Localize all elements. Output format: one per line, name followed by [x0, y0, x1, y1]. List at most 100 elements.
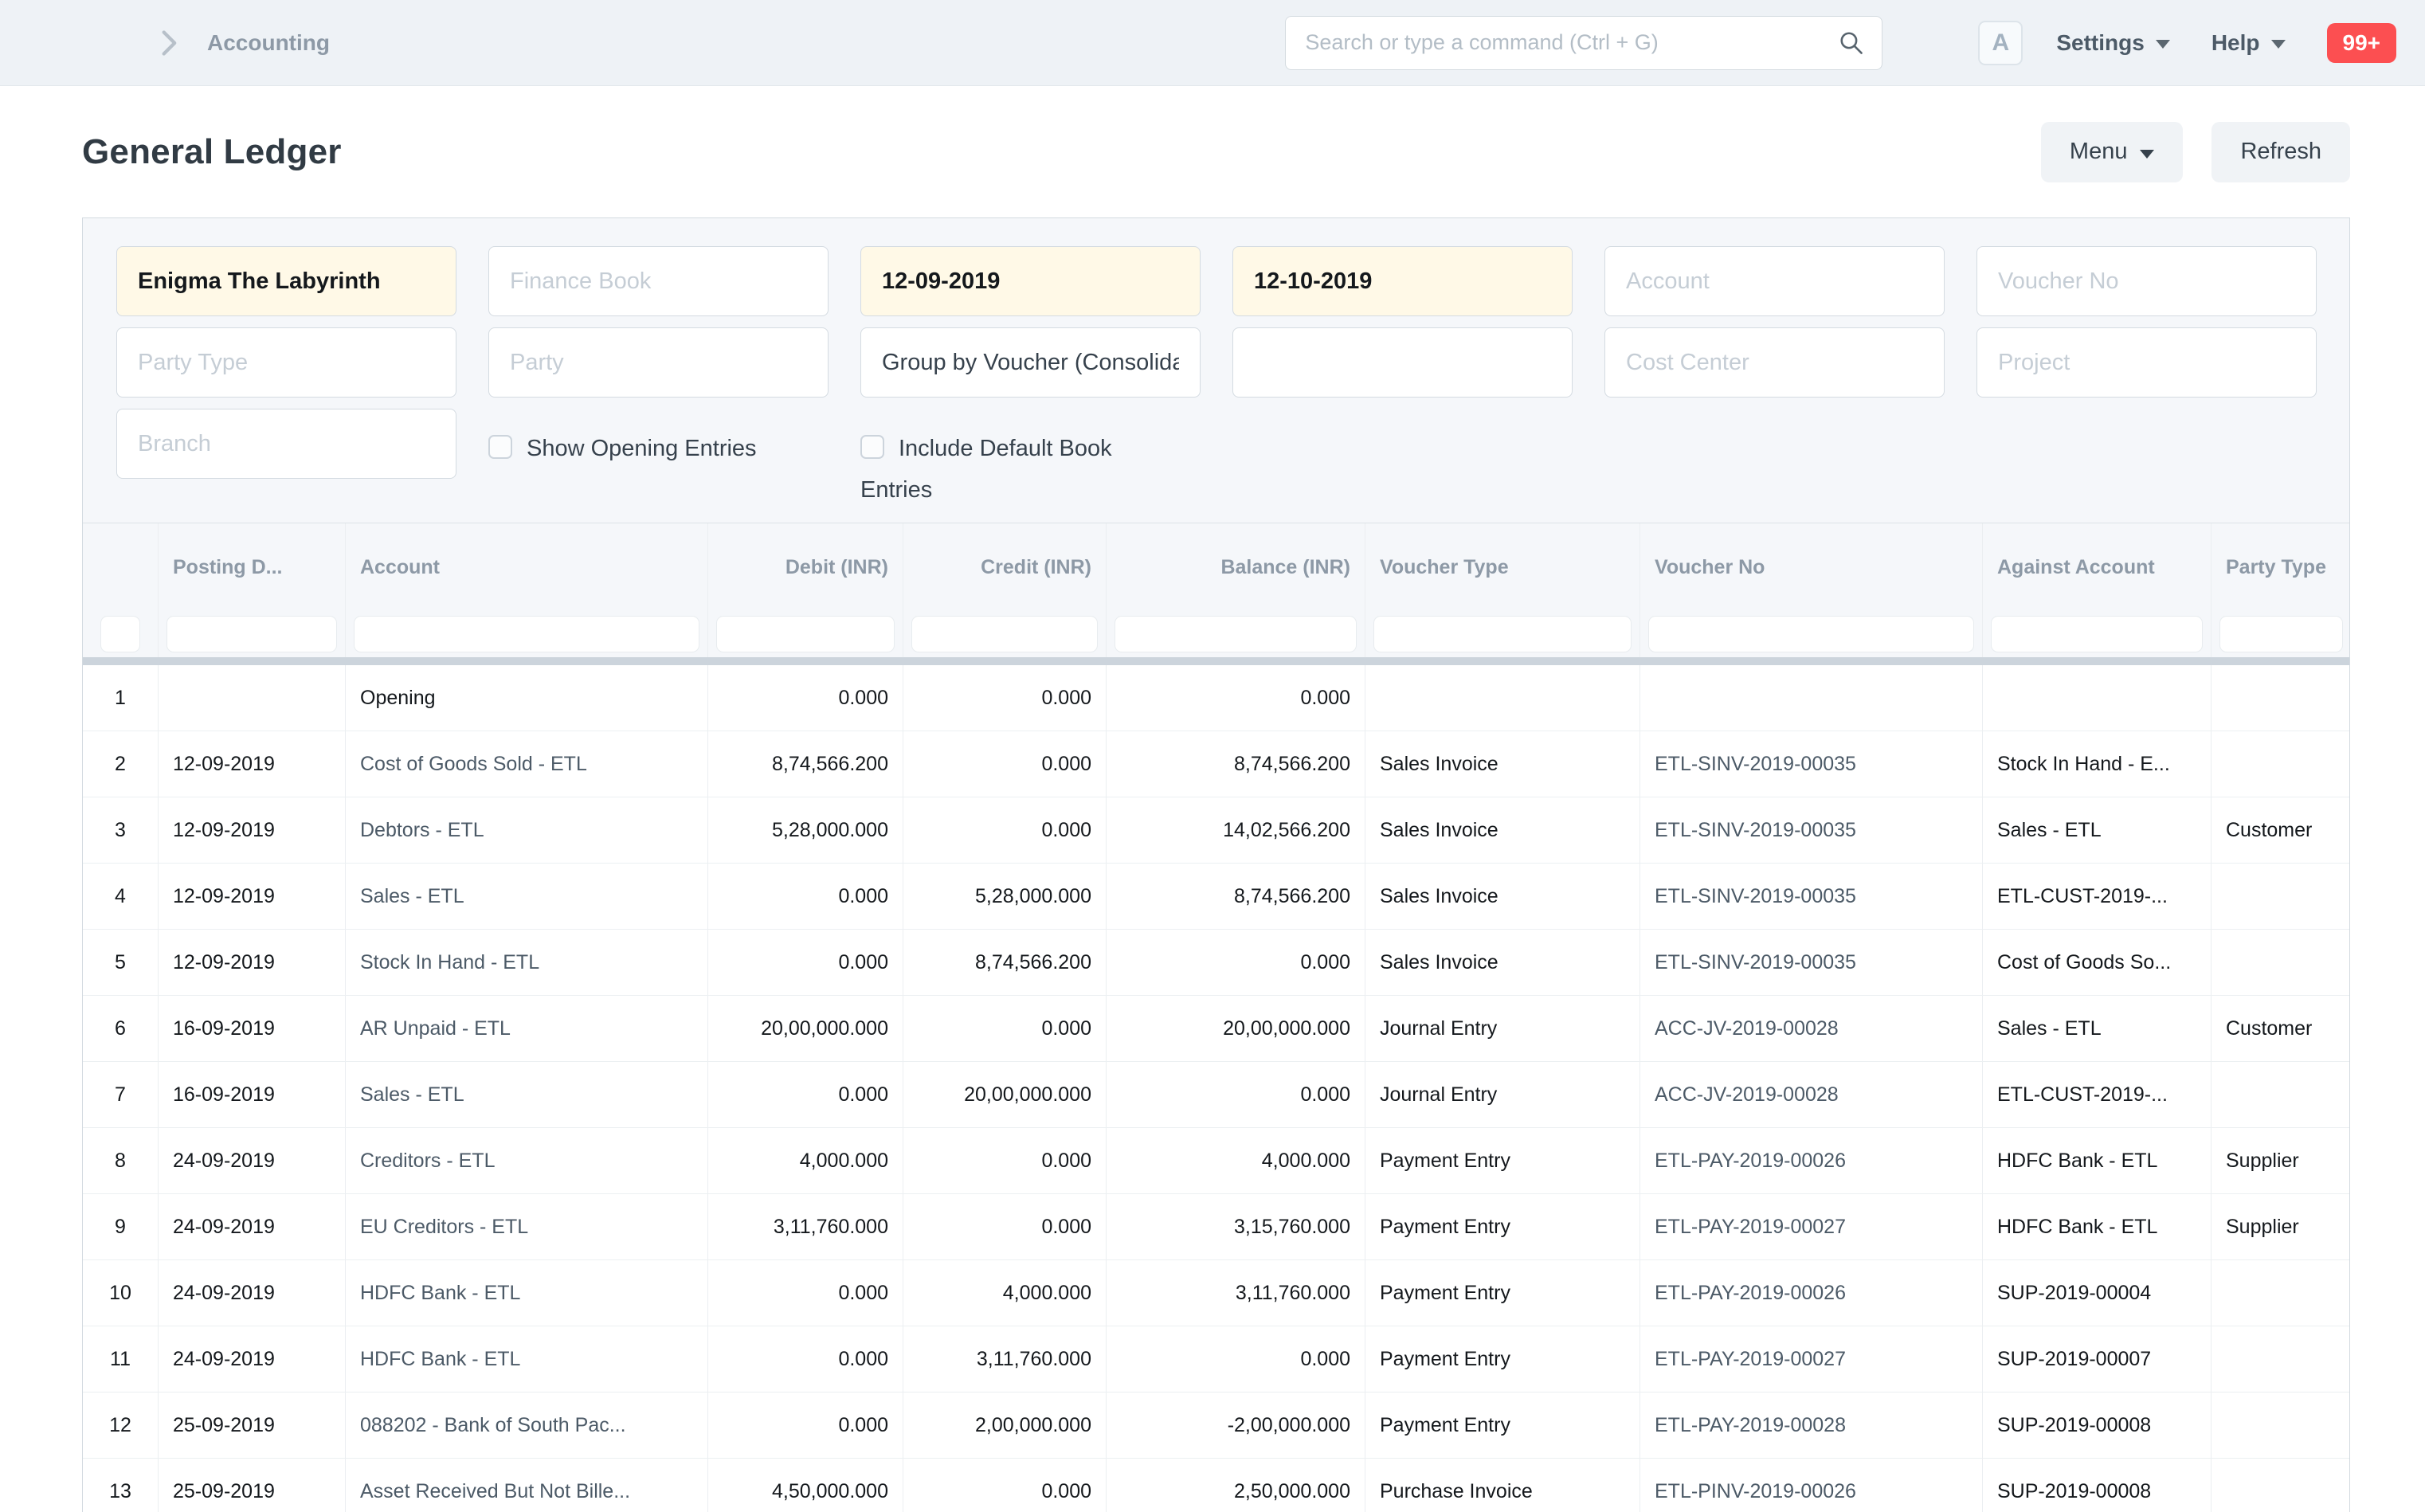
- column-header-credit[interactable]: Credit (INR): [903, 523, 1107, 611]
- cell-voucher_type: Payment Entry: [1365, 1393, 1640, 1458]
- cell-voucher_no[interactable]: ETL-SINV-2019-00035: [1640, 864, 1983, 929]
- cell-account[interactable]: Creditors - ETL: [346, 1128, 708, 1193]
- search-input[interactable]: [1285, 16, 1882, 70]
- cell-voucher_no[interactable]: ETL-PAY-2019-00026: [1640, 1128, 1983, 1193]
- cell-voucher_no[interactable]: ETL-PAY-2019-00027: [1640, 1194, 1983, 1259]
- to-date-filter[interactable]: [1232, 246, 1573, 316]
- party-type-filter[interactable]: [116, 327, 456, 398]
- breadcrumb-label[interactable]: Accounting: [207, 30, 330, 56]
- cell-voucher_type: Payment Entry: [1365, 1326, 1640, 1392]
- column-header-voucher_no[interactable]: Voucher No: [1640, 523, 1983, 611]
- column-header-party_type[interactable]: Party Type: [2211, 523, 2351, 611]
- cell-idx: 9: [83, 1194, 159, 1259]
- cell-debit: 8,74,566.200: [708, 731, 903, 797]
- cell-credit: 0.000: [903, 996, 1107, 1061]
- column-filter-input-voucher_no[interactable]: [1648, 616, 1974, 652]
- branch-filter[interactable]: [116, 409, 456, 479]
- navbar: Accounting A Settings Help 99+: [0, 0, 2425, 86]
- checkbox-icon[interactable]: [860, 435, 884, 459]
- company-filter[interactable]: [116, 246, 456, 316]
- cell-voucher_no[interactable]: ETL-PAY-2019-00028: [1640, 1393, 1983, 1458]
- finance-book-filter[interactable]: [488, 246, 829, 316]
- cell-account[interactable]: Asset Received But Not Bille...: [346, 1459, 708, 1512]
- cell-debit: 0.000: [708, 1260, 903, 1326]
- cell-account[interactable]: Cost of Goods Sold - ETL: [346, 731, 708, 797]
- cell-debit: 0.000: [708, 1393, 903, 1458]
- column-header-idx[interactable]: [83, 523, 159, 611]
- cell-posting_date: 24-09-2019: [159, 1326, 346, 1392]
- cell-idx: 1: [83, 665, 159, 731]
- cell-account[interactable]: EU Creditors - ETL: [346, 1194, 708, 1259]
- cell-balance: 0.000: [1107, 665, 1365, 731]
- cell-account[interactable]: HDFC Bank - ETL: [346, 1260, 708, 1326]
- cell-balance: 2,50,000.000: [1107, 1459, 1365, 1512]
- cell-account[interactable]: HDFC Bank - ETL: [346, 1326, 708, 1392]
- cell-debit: 0.000: [708, 864, 903, 929]
- column-filter-input-balance[interactable]: [1115, 616, 1357, 652]
- cell-against_account: Sales - ETL: [1983, 797, 2211, 863]
- cell-voucher_no[interactable]: ACC-JV-2019-00028: [1640, 1062, 1983, 1127]
- cell-idx: 4: [83, 864, 159, 929]
- cell-voucher_no[interactable]: ETL-SINV-2019-00035: [1640, 731, 1983, 797]
- help-menu[interactable]: Help: [2211, 30, 2286, 56]
- cell-account[interactable]: Sales - ETL: [346, 864, 708, 929]
- cell-posting_date: [159, 665, 346, 731]
- cell-voucher_no[interactable]: ACC-JV-2019-00028: [1640, 996, 1983, 1061]
- include-default-book-checkbox-group[interactable]: Include Default Book Entries: [860, 428, 1147, 511]
- cell-account[interactable]: Stock In Hand - ETL: [346, 930, 708, 995]
- column-header-balance[interactable]: Balance (INR): [1107, 523, 1365, 611]
- horizontal-scrollbar[interactable]: [83, 657, 2349, 665]
- cell-voucher_no[interactable]: ETL-PAY-2019-00027: [1640, 1326, 1983, 1392]
- column-header-account[interactable]: Account: [346, 523, 708, 611]
- column-header-posting_date[interactable]: Posting D...: [159, 523, 346, 611]
- column-filter-input-party_type[interactable]: [2219, 616, 2343, 652]
- column-filter-input-idx[interactable]: [100, 616, 140, 652]
- cell-voucher_no[interactable]: ETL-PAY-2019-00026: [1640, 1260, 1983, 1326]
- from-date-filter[interactable]: [860, 246, 1201, 316]
- cell-voucher_no: [1640, 665, 1983, 731]
- cell-account[interactable]: 088202 - Bank of South Pac...: [346, 1393, 708, 1458]
- menu-button[interactable]: Menu: [2041, 122, 2184, 182]
- column-header-debit[interactable]: Debit (INR): [708, 523, 903, 611]
- cell-voucher_no[interactable]: ETL-SINV-2019-00035: [1640, 797, 1983, 863]
- party-filter[interactable]: [488, 327, 829, 398]
- cell-debit: 4,50,000.000: [708, 1459, 903, 1512]
- notifications-badge[interactable]: 99+: [2327, 23, 2397, 63]
- column-filter-input-account[interactable]: [354, 616, 699, 652]
- column-filter-input-voucher_type[interactable]: [1373, 616, 1632, 652]
- cost-center-filter[interactable]: [1604, 327, 1945, 398]
- cell-posting_date: 12-09-2019: [159, 797, 346, 863]
- show-opening-entries-checkbox-group[interactable]: Show Opening Entries: [488, 428, 829, 469]
- account-filter[interactable]: [1604, 246, 1945, 316]
- empty-filter[interactable]: [1232, 327, 1573, 398]
- page-title: General Ledger: [82, 132, 2041, 172]
- column-filter-input-credit[interactable]: [911, 616, 1098, 652]
- cell-voucher_type: Payment Entry: [1365, 1260, 1640, 1326]
- project-filter[interactable]: [1976, 327, 2317, 398]
- cell-account[interactable]: Debtors - ETL: [346, 797, 708, 863]
- cell-party_type: [2211, 1459, 2351, 1512]
- cell-voucher_no[interactable]: ETL-SINV-2019-00035: [1640, 930, 1983, 995]
- settings-menu[interactable]: Settings: [2056, 30, 2169, 56]
- cell-account[interactable]: AR Unpaid - ETL: [346, 996, 708, 1061]
- column-header-against_account[interactable]: Against Account: [1983, 523, 2211, 611]
- cell-credit: 0.000: [903, 731, 1107, 797]
- column-filter-cell: [1107, 611, 1365, 657]
- group-by-select[interactable]: [860, 327, 1201, 398]
- column-header-voucher_type[interactable]: Voucher Type: [1365, 523, 1640, 611]
- cell-balance: 8,74,566.200: [1107, 864, 1365, 929]
- checkbox-icon[interactable]: [488, 435, 512, 459]
- voucher-no-filter[interactable]: [1976, 246, 2317, 316]
- breadcrumb[interactable]: Accounting: [159, 29, 330, 57]
- column-filter-input-posting_date[interactable]: [166, 616, 337, 652]
- avatar[interactable]: A: [1978, 21, 2023, 65]
- column-filter-input-debit[interactable]: [716, 616, 895, 652]
- cell-posting_date: 24-09-2019: [159, 1194, 346, 1259]
- refresh-button[interactable]: Refresh: [2211, 122, 2350, 182]
- cell-credit: 5,28,000.000: [903, 864, 1107, 929]
- cell-debit: 0.000: [708, 1062, 903, 1127]
- cell-voucher_no[interactable]: ETL-PINV-2019-00026: [1640, 1459, 1983, 1512]
- cell-credit: 3,11,760.000: [903, 1326, 1107, 1392]
- cell-account[interactable]: Sales - ETL: [346, 1062, 708, 1127]
- column-filter-input-against_account[interactable]: [1991, 616, 2203, 652]
